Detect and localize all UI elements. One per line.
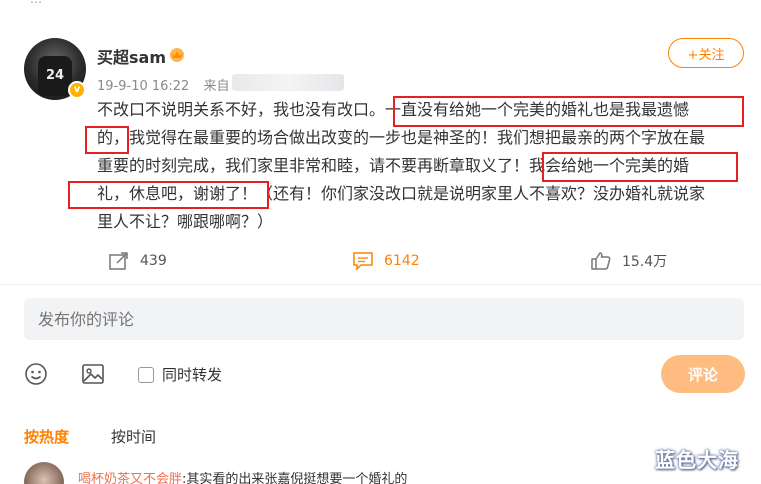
post-meta: 19-9-10 16:22 来自 — [97, 75, 230, 94]
post-line: 礼，休息吧，谢谢了！（还有！你们家没改口就是说明家里人不喜欢？没办婚礼就说家 — [97, 184, 706, 203]
top-cut-edge: … — [0, 0, 761, 6]
post-line: 不改口不说明关系不好，我也没有改口。一直没有给她一个完美的婚礼也是我最遗憾 — [97, 100, 690, 119]
jersey-graphic: 24 — [38, 56, 72, 96]
sort-by-time-tab[interactable]: 按时间 — [111, 426, 156, 447]
image-icon[interactable] — [81, 362, 105, 386]
verified-badge-icon: v — [68, 81, 86, 99]
comment-icon — [353, 252, 373, 271]
sort-by-hot-tab[interactable]: 按热度 — [24, 426, 69, 447]
watermark: 蓝色大海 — [655, 448, 739, 472]
comment-input[interactable] — [24, 298, 744, 340]
post-text: 不改口不说明关系不好，我也没有改口。一直没有给她一个完美的婚礼也是我最遗憾 的，… — [97, 96, 747, 236]
post-timestamp[interactable]: 19-9-10 16:22 — [97, 79, 189, 94]
comment-avatar[interactable] — [24, 462, 64, 484]
comment-username[interactable]: 喝杯奶茶又不会胖 — [78, 472, 182, 484]
username[interactable]: 买超sam — [97, 44, 166, 68]
repost-icon — [109, 252, 128, 270]
post-line: 的，我觉得在最重要的场合做出改变的一步也是神圣的！我们想把最亲的两个字放在最 — [97, 128, 706, 147]
repost-count: 439 — [140, 253, 167, 269]
repost-checkbox[interactable]: 同时转发 — [138, 364, 222, 385]
post-line: 重要的时刻完成，我们家里非常和睦，请不要再断章取义了！我会给她一个完美的婚 — [97, 156, 690, 175]
comment-text: :其实看的出来张嘉倪挺想要一个婚礼的 — [182, 472, 408, 484]
post-line: 里人不让？哪跟哪啊？） — [97, 212, 274, 231]
follow-button[interactable]: +关注 — [668, 38, 744, 68]
like-button[interactable]: 15.4万 — [590, 246, 667, 276]
comment-button[interactable]: 6142 — [352, 246, 420, 276]
thumbs-up-icon — [591, 252, 611, 270]
crown-icon — [170, 48, 184, 62]
comment-count: 6142 — [384, 253, 420, 269]
like-count: 15.4万 — [622, 254, 668, 270]
action-bar: 439 6142 15.4万 — [0, 246, 761, 276]
post-source-label: 来自 — [203, 79, 230, 94]
repost-button[interactable]: 439 — [108, 246, 167, 276]
checkbox[interactable] — [138, 366, 154, 383]
blurred-source — [232, 74, 344, 91]
emoji-icon[interactable] — [24, 362, 48, 386]
submit-comment-button[interactable]: 评论 — [661, 355, 745, 393]
comment-item: 喝杯奶茶又不会胖:其实看的出来张嘉倪挺想要一个婚礼的 — [78, 468, 407, 484]
divider — [0, 284, 761, 285]
repost-label: 同时转发 — [162, 366, 223, 384]
